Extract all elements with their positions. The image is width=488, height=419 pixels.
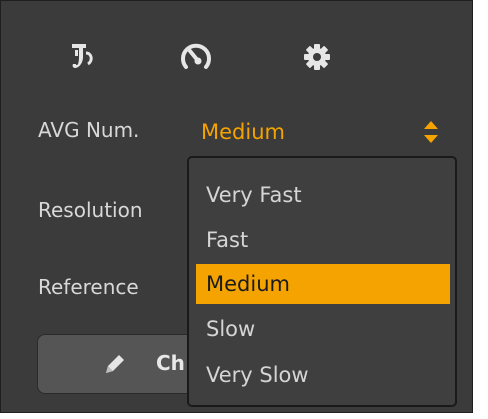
toolbar — [1, 37, 472, 77]
avg-num-value[interactable]: Medium — [201, 119, 285, 145]
avg-num-label: AVG Num. — [38, 118, 140, 142]
settings-panel: AVG Num. Medium Resolution Reference Ch … — [0, 0, 473, 413]
reference-label: Reference — [38, 275, 139, 299]
option-slow[interactable]: Slow — [196, 309, 450, 349]
pencil-icon — [102, 351, 128, 381]
gauge-icon[interactable] — [176, 37, 216, 77]
gear-icon[interactable] — [297, 37, 337, 77]
resolution-label: Resolution — [38, 198, 143, 222]
option-very-fast[interactable]: Very Fast — [196, 175, 450, 215]
dropdown-toggle-icon[interactable] — [421, 117, 441, 147]
option-very-slow[interactable]: Very Slow — [196, 355, 450, 395]
option-medium[interactable]: Medium — [196, 264, 450, 304]
option-fast[interactable]: Fast — [196, 220, 450, 260]
probe-icon[interactable] — [61, 37, 101, 77]
action-button-label: Ch — [156, 351, 185, 375]
avg-num-dropdown: Very Fast Fast Medium Slow Very Slow — [187, 156, 457, 407]
